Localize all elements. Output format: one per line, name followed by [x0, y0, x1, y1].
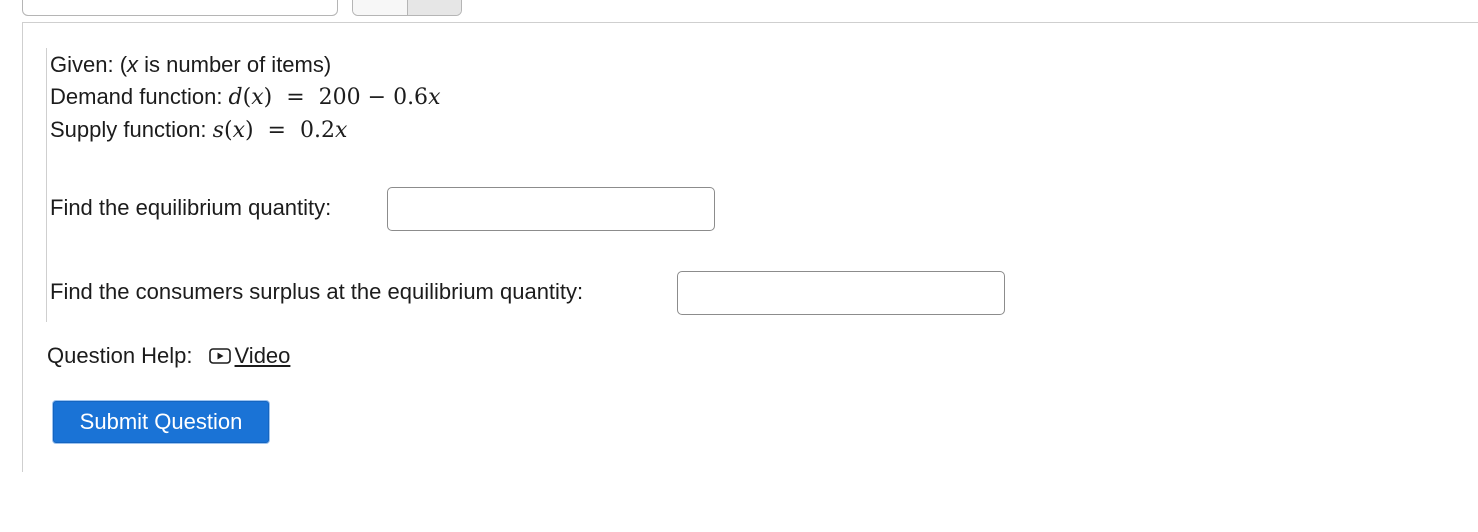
video-play-icon[interactable]: [208, 348, 231, 364]
question-panel-left-border: [22, 22, 23, 472]
demand-function-line: Demand function: d(x) = 200 − 0.6x: [50, 84, 440, 110]
demand-label: Demand function:: [50, 84, 229, 109]
video-link[interactable]: Video: [235, 343, 291, 369]
question-panel-top-border: [22, 22, 1478, 23]
demand-equation: d(x) = 200 − 0.6x: [228, 85, 441, 110]
consumers-surplus-input[interactable]: [677, 271, 1005, 315]
given-prefix: Given: (: [50, 52, 128, 77]
given-line: Given: (x is number of items): [50, 52, 331, 78]
top-partial-field[interactable]: [22, 0, 338, 16]
equilibrium-quantity-input[interactable]: [387, 187, 715, 231]
submit-question-button[interactable]: Submit Question: [53, 401, 269, 443]
top-partial-button-left[interactable]: [353, 0, 408, 15]
question-help-label: Question Help:: [47, 343, 193, 368]
supply-equation: s(x) = 0.2x: [212, 118, 348, 143]
given-suffix: is number of items): [138, 52, 332, 77]
supply-function-line: Supply function: s(x) = 0.2x: [50, 117, 347, 143]
top-partial-button-right[interactable]: [407, 0, 461, 15]
question-help: Question Help: Video: [47, 343, 290, 369]
consumers-surplus-prompt: Find the consumers surplus at the equili…: [50, 279, 584, 304]
supply-label: Supply function:: [50, 117, 213, 142]
equilibrium-quantity-prompt: Find the equilibrium quantity:: [50, 195, 332, 220]
top-partial-button-group[interactable]: [352, 0, 462, 16]
given-variable: x: [127, 52, 139, 77]
